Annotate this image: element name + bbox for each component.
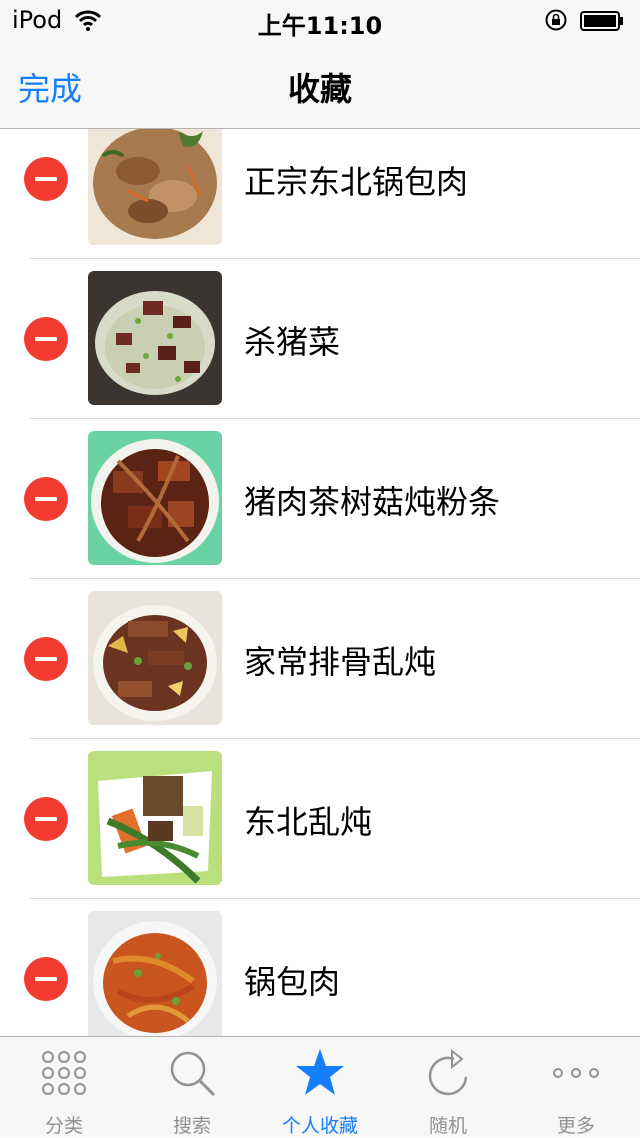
dish-name: 猪肉茶树菇炖粉条 — [244, 483, 501, 521]
dish-image — [88, 751, 222, 885]
more-icon — [553, 1068, 599, 1078]
page-title: 收藏 — [287, 70, 352, 108]
dish-image — [88, 591, 222, 725]
rotation-lock-icon — [545, 9, 567, 31]
delete-button[interactable] — [24, 797, 68, 841]
dish-image — [88, 129, 222, 245]
dish-image — [88, 271, 222, 405]
navigation-bar: 完成 收藏 — [0, 40, 640, 129]
dish-image — [88, 911, 222, 1036]
delete-button[interactable] — [24, 957, 68, 1001]
refresh-icon — [428, 1048, 468, 1096]
delete-button[interactable] — [24, 637, 68, 681]
tab-category[interactable]: 分类 — [0, 1037, 128, 1137]
tab-label: 搜索 — [172, 1115, 211, 1137]
star-icon — [296, 1049, 344, 1095]
battery-icon — [580, 11, 623, 31]
delete-button[interactable] — [24, 477, 68, 521]
list-item[interactable]: 家常排骨乱炖 — [0, 579, 640, 739]
delete-button[interactable] — [24, 317, 68, 361]
dish-name: 锅包肉 — [244, 963, 341, 1001]
tab-label: 更多 — [556, 1115, 595, 1137]
tab-bar: 分类 搜索 个人收藏 随机 更多 — [0, 1036, 640, 1137]
tab-favorites[interactable]: 个人收藏 — [256, 1037, 384, 1137]
grid-icon — [42, 1051, 86, 1095]
status-bar: iPod 上午11:10 — [0, 0, 640, 40]
dish-name: 杀猪菜 — [244, 323, 341, 361]
tab-label: 随机 — [428, 1115, 467, 1137]
list-item[interactable]: 东北乱炖 — [0, 739, 640, 899]
tab-label: 个人收藏 — [281, 1115, 358, 1137]
tab-search[interactable]: 搜索 — [128, 1037, 256, 1137]
search-icon — [170, 1051, 216, 1097]
dish-image — [88, 431, 222, 565]
dish-name: 家常排骨乱炖 — [244, 643, 437, 681]
list-item[interactable]: 锅包肉 — [0, 899, 640, 1036]
tab-random[interactable]: 随机 — [384, 1037, 512, 1137]
list-item[interactable]: 杀猪菜 — [0, 259, 640, 419]
dish-name: 正宗东北锅包肉 — [244, 163, 469, 201]
favorites-list[interactable]: 正宗东北锅包肉 杀猪菜 猪肉茶树菇炖粉条 家常排骨乱炖 东北乱炖 锅包肉 — [0, 129, 640, 1036]
delete-button[interactable] — [24, 157, 68, 201]
list-item[interactable]: 正宗东北锅包肉 — [0, 129, 640, 259]
dish-name: 东北乱炖 — [244, 803, 373, 841]
list-item[interactable]: 猪肉茶树菇炖粉条 — [0, 419, 640, 579]
tab-more[interactable]: 更多 — [512, 1037, 640, 1137]
tab-label: 分类 — [44, 1115, 83, 1137]
